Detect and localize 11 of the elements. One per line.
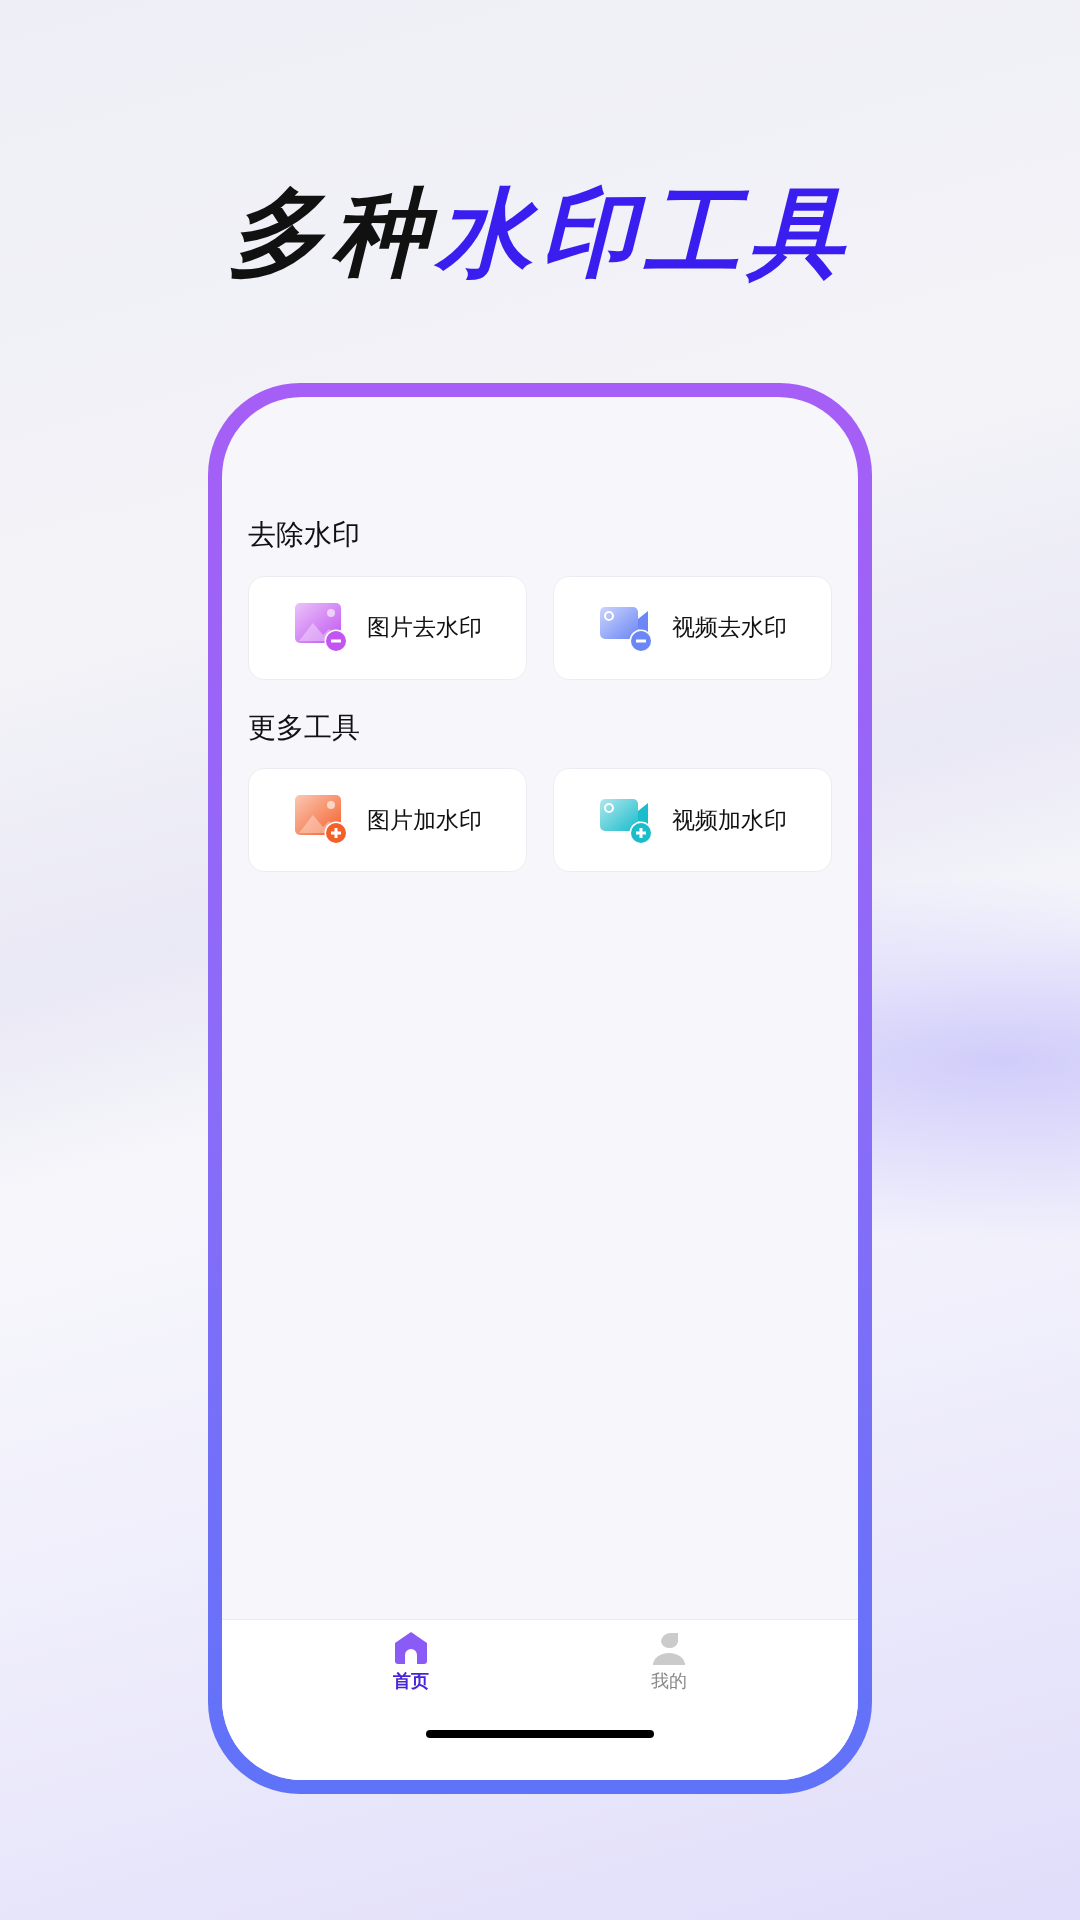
- section-title: 去除水印: [248, 517, 361, 554]
- home-icon: [393, 1631, 429, 1666]
- tool-card[interactable]: 图片加水印: [248, 768, 527, 873]
- tool-card[interactable]: 视频去水印: [553, 575, 832, 680]
- headline: 多种水印工具: [228, 178, 852, 289]
- tab[interactable]: 首页: [387, 1630, 435, 1695]
- person-icon: [651, 1631, 687, 1666]
- section-title: 更多工具: [248, 709, 361, 746]
- tool-card[interactable]: 视频加水印: [553, 768, 832, 873]
- tool-card[interactable]: 图片去水印: [248, 575, 527, 680]
- tab[interactable]: 我的: [645, 1630, 693, 1695]
